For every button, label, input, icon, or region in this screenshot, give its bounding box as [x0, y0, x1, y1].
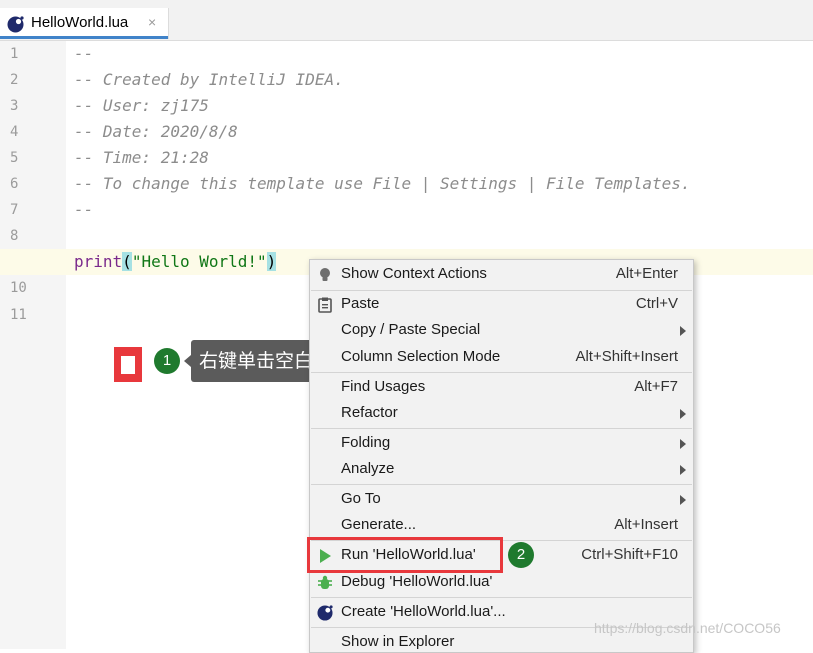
code-comment-line: -- Date: 2020/8/8 [74, 122, 238, 141]
active-tab-indicator [0, 36, 168, 39]
tooltip-arrow [184, 355, 191, 367]
click-target-marker [114, 347, 142, 382]
menu-item-label: Find Usages [341, 378, 426, 395]
code-paren-close: ) [266, 252, 277, 271]
menu-item-generate[interactable]: Generate... Alt+Insert [310, 513, 693, 539]
line-number: 11 [10, 307, 27, 323]
close-icon[interactable]: × [148, 14, 156, 30]
submenu-arrow-icon [680, 409, 686, 419]
line-number: 10 [10, 280, 27, 296]
tab-title: HelloWorld.lua [31, 14, 129, 31]
menu-item-label: Paste [341, 295, 380, 312]
code-comment-line: -- [74, 44, 94, 63]
submenu-arrow-icon [680, 326, 686, 336]
code-line-print: print("Hello World!") [74, 249, 277, 275]
menu-item-shortcut: Alt+F7 [634, 378, 678, 395]
menu-item-go-to[interactable]: Go To [310, 487, 693, 513]
menu-separator [311, 597, 692, 598]
submenu-arrow-icon [680, 439, 686, 449]
menu-separator [311, 428, 692, 429]
context-menu: Show Context Actions Alt+Enter Paste Ctr… [309, 259, 694, 653]
code-paren-open: ( [122, 252, 132, 271]
code-comment-line: -- Created by IntelliJ IDEA. [74, 70, 344, 89]
menu-item-debug[interactable]: Debug 'HelloWorld.lua' [310, 570, 693, 596]
menu-item-label: Analyze [341, 460, 395, 477]
menu-item-copy-paste-special[interactable]: Copy / Paste Special [310, 318, 693, 344]
line-number: 4 [10, 124, 19, 140]
editor-tab-bar: HelloWorld.lua × [0, 0, 813, 41]
menu-separator [311, 290, 692, 291]
code-comment-line: -- [74, 200, 94, 219]
lua-icon [7, 16, 24, 33]
code-comment-line: -- To change this template use File | Se… [74, 174, 691, 193]
line-number-gutter: 1 2 3 4 5 6 7 8 9 10 11 [0, 41, 67, 649]
menu-item-shortcut: Alt+Insert [614, 516, 678, 533]
submenu-arrow-icon [680, 495, 686, 505]
menu-separator [311, 484, 692, 485]
code-comment-line: -- Time: 21:28 [74, 148, 209, 167]
menu-item-analyze[interactable]: Analyze [310, 457, 693, 483]
menu-item-shortcut: Alt+Shift+Insert [575, 348, 678, 365]
menu-item-label: Generate... [341, 516, 417, 533]
run-highlight-box [307, 537, 503, 573]
submenu-arrow-icon [680, 465, 686, 475]
step-badge-1: 1 [154, 348, 180, 374]
line-number: 2 [10, 72, 19, 88]
menu-item-refactor[interactable]: Refactor [310, 401, 693, 427]
line-number: 1 [10, 46, 19, 62]
line-number: 8 [10, 228, 19, 244]
code-comment-line: -- User: zj175 [74, 96, 209, 115]
menu-item-shortcut: Ctrl+V [635, 295, 678, 312]
line-number: 3 [10, 98, 19, 114]
menu-item-label: Go To [341, 490, 381, 507]
line-number: 7 [10, 202, 19, 218]
line-number: 5 [10, 150, 19, 166]
clipboard-icon [318, 297, 332, 313]
menu-item-label: Show in Explorer [341, 633, 455, 650]
menu-item-shortcut: Ctrl+Shift+F10 [581, 546, 678, 563]
bulb-icon [320, 268, 330, 281]
menu-item-label: Refactor [341, 404, 398, 421]
menu-item-label: Create 'HelloWorld.lua'... [341, 603, 506, 620]
code-keyword: print [74, 252, 123, 271]
menu-item-label: Folding [341, 434, 391, 451]
code-string: "Hello World!" [131, 252, 267, 271]
debug-icon [318, 575, 332, 589]
menu-item-label: Debug 'HelloWorld.lua' [341, 573, 493, 590]
lua-icon [317, 605, 333, 621]
menu-item-shortcut: Alt+Enter [615, 265, 678, 282]
menu-separator [311, 372, 692, 373]
menu-item-paste[interactable]: Paste Ctrl+V [310, 292, 693, 318]
menu-item-label: Column Selection Mode [341, 348, 501, 365]
menu-item-show-context-actions[interactable]: Show Context Actions Alt+Enter [310, 262, 693, 288]
menu-item-column-selection-mode[interactable]: Column Selection Mode Alt+Shift+Insert [310, 345, 693, 371]
menu-item-label: Show Context Actions [341, 265, 487, 282]
step-badge-2: 2 [508, 542, 534, 568]
menu-item-find-usages[interactable]: Find Usages Alt+F7 [310, 375, 693, 401]
menu-item-label: Copy / Paste Special [341, 321, 481, 338]
line-number: 6 [10, 176, 19, 192]
menu-item-folding[interactable]: Folding [310, 431, 693, 457]
tab-helloworld-lua[interactable]: HelloWorld.lua × [0, 8, 169, 39]
watermark: https://blog.csdn.net/COCO56 [594, 620, 781, 636]
